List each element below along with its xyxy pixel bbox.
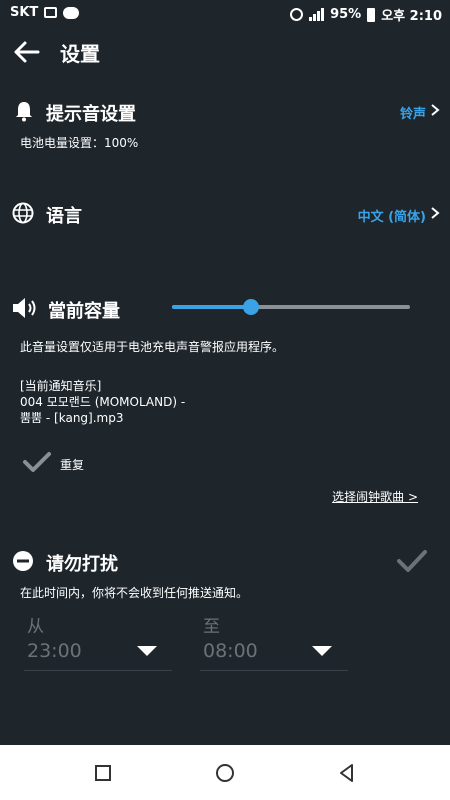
current-volume-title: 當前容量 — [48, 301, 120, 322]
volume-slider-fill — [172, 305, 251, 309]
do-not-disturb-icon — [13, 551, 33, 571]
battery-icon — [367, 7, 376, 22]
carrier-label: SKT — [10, 5, 39, 20]
music-line: 뿜뿜 - [kang].mp3 — [20, 411, 124, 425]
page-title: 设置 — [60, 42, 100, 66]
from-dropdown-icon[interactable] — [137, 646, 157, 656]
signal-icon — [309, 8, 325, 21]
volume-slider-thumb[interactable] — [242, 299, 259, 315]
app-header: 设置 — [0, 28, 450, 76]
notification-sound-title[interactable]: 提示音设置 — [46, 100, 136, 126]
language-title[interactable]: 语言 — [46, 202, 82, 228]
music-line: 004 모모랜드 (MOMOLAND) - — [20, 395, 186, 409]
do-not-disturb-checkmark-icon[interactable] — [396, 548, 428, 574]
chevron-right-icon[interactable] — [430, 206, 440, 220]
to-dropdown-icon[interactable] — [312, 646, 332, 656]
to-time-value[interactable]: 08:00 — [203, 640, 258, 662]
back-triangle-icon[interactable] — [336, 762, 358, 784]
chevron-right-icon[interactable] — [430, 103, 440, 117]
status-bar: SKT 95% 오후 2:10 — [0, 0, 450, 28]
bell-icon — [16, 102, 32, 122]
speaker-icon — [13, 298, 36, 318]
from-underline — [24, 670, 172, 671]
music-line: [当前通知音乐] — [20, 379, 102, 393]
from-time-value[interactable]: 23:00 — [27, 640, 82, 662]
repeat-label: 重复 — [60, 458, 85, 472]
language-value-link[interactable]: 中文 (简体) — [358, 206, 426, 225]
do-not-disturb-description: 在此时间内，你将不会收到任何推送通知。 — [20, 586, 249, 600]
alarm-icon — [290, 8, 304, 21]
repeat-checkmark-icon[interactable] — [22, 450, 52, 474]
current-music-info: [当前通知音乐] 004 모모랜드 (MOMOLAND) - 뿜뿜 - [kan… — [20, 378, 185, 426]
home-circle-icon[interactable] — [214, 762, 236, 784]
battery-percent: 95% — [330, 7, 362, 22]
message-icon — [63, 6, 80, 19]
navigation-bar — [0, 745, 450, 800]
back-arrow-icon[interactable] — [12, 38, 42, 66]
status-bar-right: 95% 오후 2:10 — [290, 5, 442, 24]
battery-setting-text: 电池电量设置：100% — [20, 136, 139, 150]
volume-description: 此音量设置仅适用于电池充电声音警报应用程序。 — [20, 340, 285, 354]
recents-square-icon[interactable] — [92, 762, 114, 784]
clock: 오후 2:10 — [381, 9, 442, 24]
do-not-disturb-title: 请勿打扰 — [46, 554, 118, 575]
from-label: 从 — [27, 617, 44, 637]
ringtone-link[interactable]: 铃声 — [400, 103, 426, 122]
to-label: 至 — [203, 617, 220, 637]
choose-alarm-song-link[interactable]: 选择闹钟歌曲 > — [332, 488, 418, 505]
volume-slider[interactable] — [172, 299, 410, 315]
status-bar-left: SKT — [10, 5, 80, 20]
to-underline — [200, 670, 348, 671]
screenshot-icon — [44, 7, 58, 18]
globe-icon — [12, 202, 34, 224]
